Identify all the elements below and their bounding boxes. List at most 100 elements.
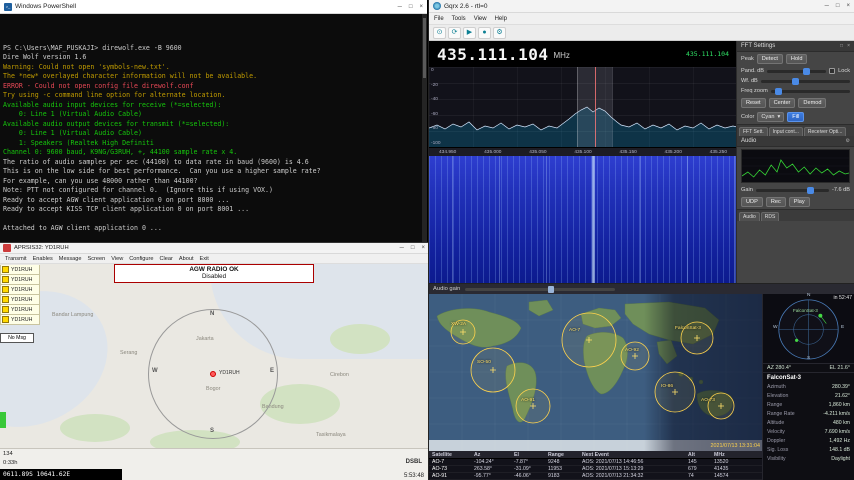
polar-plot[interactable]: in 52:47 FalconSat-3 N E S W <box>763 294 854 364</box>
world-map[interactable]: AO-7 SO-50 IO-86 AO-91 AO-92 FalconSat-3… <box>429 294 763 451</box>
udp-button[interactable]: UDP <box>741 197 763 207</box>
freq-zoom-label: Freq zoom <box>741 88 768 94</box>
cell-mhz: 14574 <box>714 473 754 479</box>
start-dsp-icon[interactable]: ▶ <box>463 27 476 39</box>
close-icon[interactable]: × <box>419 4 423 10</box>
gear-icon[interactable]: ⚙ <box>846 138 850 144</box>
table-header-cell[interactable]: Next Event <box>582 452 688 458</box>
dock-tab[interactable]: FFT Sett. <box>739 127 768 136</box>
aprs-titlebar[interactable]: APRSIS32: YD1RUH ─ □ × <box>0 243 428 254</box>
maximize-icon[interactable]: □ <box>836 3 840 9</box>
fft-settings-header[interactable]: FFT Settings □× <box>737 41 854 52</box>
station-row[interactable]: YD1RUH <box>0 275 40 285</box>
minimize-icon[interactable]: ─ <box>825 3 829 9</box>
minimize-icon[interactable]: ─ <box>398 4 402 10</box>
table-header-cell[interactable]: Satellite <box>432 452 474 458</box>
menu-item[interactable]: View <box>474 16 487 22</box>
frequency-display[interactable]: 435.111.104 MHz 435.111.104 <box>429 41 737 67</box>
pandapter-db-label: Pand. dB <box>741 68 764 74</box>
menu-item[interactable]: Screen <box>87 256 105 262</box>
satellite-label[interactable]: FalconSat-3 <box>675 326 701 331</box>
satellite-row[interactable]: AO-73 263.58° -31.09° 11953 AOS: 2021/07… <box>429 466 763 473</box>
audio-gain-slider[interactable] <box>756 189 829 192</box>
station-symbol-icon <box>2 316 9 323</box>
refresh-icon[interactable]: ⟳ <box>448 27 461 39</box>
peak-hold-button[interactable]: Hold <box>786 54 808 64</box>
satellite-label[interactable]: XW-2A <box>451 322 466 327</box>
station-row[interactable]: YD1RUH <box>0 295 40 305</box>
play-button[interactable]: Play <box>789 197 810 207</box>
menu-item[interactable]: Enables <box>33 256 53 262</box>
minimize-icon[interactable]: ─ <box>400 245 404 251</box>
menu-item[interactable]: Message <box>59 256 82 262</box>
maximize-icon[interactable]: □ <box>409 4 413 10</box>
fill-button[interactable]: Fill <box>787 112 804 122</box>
satellite-label[interactable]: AO-91 <box>521 398 535 403</box>
menu-item[interactable]: Configure <box>129 256 153 262</box>
station-row[interactable]: YD1RUH <box>0 305 40 315</box>
close-icon[interactable]: × <box>846 3 850 9</box>
satellite-row[interactable]: AO-7 -104.24° -7.87° 9248 AOS: 2021/07/1… <box>429 459 763 466</box>
color-select[interactable]: Cyan ▾ <box>757 112 784 122</box>
color-value: Cyan <box>761 114 774 120</box>
center-button[interactable]: Center <box>769 98 796 108</box>
satellite-label[interactable]: AO-7 <box>569 328 580 333</box>
audio-gain-slider[interactable] <box>465 288 615 291</box>
station-row[interactable]: YD1RUH <box>0 315 40 325</box>
waterfall-db-slider[interactable] <box>761 80 850 83</box>
satellite-label[interactable]: AO-73 <box>701 398 715 403</box>
menu-item[interactable]: About <box>179 256 194 262</box>
dock-tab[interactable]: Receiver Opti... <box>804 127 846 136</box>
satellite-label[interactable]: IO-86 <box>661 384 673 389</box>
menu-item[interactable]: Transmit <box>5 256 27 262</box>
close-icon[interactable]: × <box>847 43 850 49</box>
demod-button[interactable]: Demod <box>798 98 826 108</box>
table-header-cell[interactable]: El <box>514 452 548 458</box>
table-header-cell[interactable]: Range <box>548 452 582 458</box>
float-icon[interactable]: □ <box>840 43 843 49</box>
dock-tab[interactable]: RDS <box>761 212 780 221</box>
spectrum-plot[interactable]: 0-20-40-60-80-100 <box>429 67 737 147</box>
frequency-digits[interactable]: 435.111.104 <box>437 45 548 64</box>
powershell-console[interactable]: PS C:\Users\MAF_PUSKAJI> direwolf.exe -B… <box>0 14 427 242</box>
menu-item[interactable]: Clear <box>160 256 173 262</box>
maximize-icon[interactable]: □ <box>411 245 415 251</box>
menu-item[interactable]: Tools <box>452 16 466 22</box>
peak-detect-button[interactable]: Detect <box>757 54 783 64</box>
station-row[interactable]: YD1RUH <box>0 265 40 275</box>
menu-item[interactable]: File <box>434 16 444 22</box>
powershell-titlebar[interactable]: >_ Windows PowerShell ─ □ × <box>0 0 427 14</box>
table-header-cell[interactable]: Alt <box>688 452 714 458</box>
satellite-row[interactable]: AO-91 -95.77° -46.06° 9183 AOS: 2021/07/… <box>429 473 763 480</box>
iq-record-icon[interactable]: ● <box>478 27 491 39</box>
close-icon[interactable]: × <box>421 245 425 251</box>
pandapter-db-slider[interactable] <box>767 70 826 73</box>
satellite-label[interactable]: AO-92 <box>625 348 639 353</box>
dock-tab[interactable]: Input cont... <box>769 127 803 136</box>
own-station-marker[interactable] <box>210 371 216 377</box>
aprs-map[interactable]: AGW RADIO OK Disabled YD1RUH YD1RUH <box>0 264 428 448</box>
table-header-cell[interactable]: Az <box>474 452 514 458</box>
station-row[interactable]: YD1RUH <box>0 285 40 295</box>
no-msg-box[interactable]: No Msg <box>0 333 34 343</box>
power-icon[interactable]: ⊙ <box>433 27 446 39</box>
console-line: Channel 0: 9600 baud, K9NG/G3RUH, +, 441… <box>3 148 424 158</box>
console-scrollbar[interactable] <box>422 14 427 242</box>
telemetry-satellite-name[interactable]: FalconSat-3 <box>763 373 854 382</box>
menu-item[interactable]: Help <box>495 16 507 22</box>
gqrx-dock-panel: FFT Settings □× Peak Detect Hold Pand. d… <box>736 41 854 283</box>
settings-icon[interactable]: ⚙ <box>493 27 506 39</box>
lock-checkbox[interactable] <box>829 68 835 74</box>
satellite-label[interactable]: SO-50 <box>477 360 491 365</box>
reset-button[interactable]: Reset <box>741 98 766 108</box>
rec-button[interactable]: Rec <box>766 197 786 207</box>
menu-item[interactable]: View <box>111 256 123 262</box>
dock-tab[interactable]: Audio <box>739 212 760 221</box>
freq-zoom-slider[interactable] <box>771 90 850 93</box>
gqrx-titlebar[interactable]: Gqrx 2.6 - rtl=0 ─ □ × <box>429 0 854 13</box>
menu-item[interactable]: Exit <box>200 256 209 262</box>
table-header-cell[interactable]: MHz <box>714 452 754 458</box>
city-label: Bandar Lampung <box>52 312 93 318</box>
audio-dock-header[interactable]: Audio ⚙ <box>737 136 854 147</box>
waterfall[interactable] <box>429 156 737 283</box>
